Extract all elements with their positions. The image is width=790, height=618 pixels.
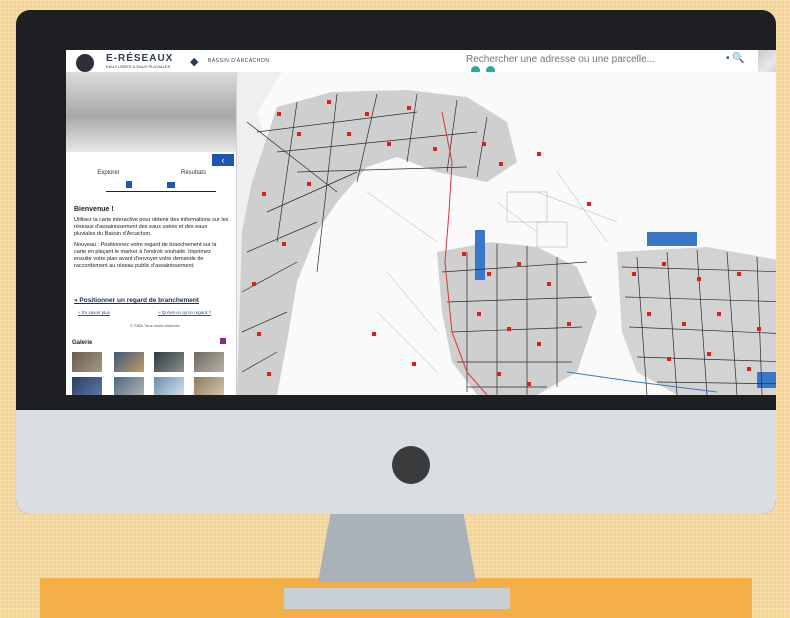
search-input[interactable]: [464, 51, 728, 67]
app-subtitle: EAUX USÉES & EAUX PLUVIALES: [106, 64, 171, 69]
gallery-image[interactable]: [154, 352, 184, 372]
briefcase-icon[interactable]: [166, 180, 176, 189]
basemap-switcher[interactable]: [758, 50, 776, 72]
welcome-paragraph-1: Utilisez la carte interactive pour obten…: [74, 217, 229, 237]
search-icon[interactable]: • 🔍: [726, 53, 745, 64]
gallery-image[interactable]: [114, 377, 144, 395]
bucket-icon[interactable]: [124, 180, 134, 189]
welcome-text: Bienvenue ! Utilisez la carte interactiv…: [74, 206, 230, 274]
top-bar: E-RÉSEAUX EAUX USÉES & EAUX PLUVIALES ◆ …: [66, 50, 776, 75]
panel-tabs: Explorer Résultats: [66, 170, 236, 194]
gallery-image[interactable]: [114, 352, 144, 372]
gallery-image[interactable]: [72, 377, 102, 395]
welcome-title: Bienvenue !: [74, 206, 114, 213]
app-logo-icon: [76, 54, 94, 72]
network-map[interactable]: [237, 72, 776, 395]
tab-underline: [106, 191, 216, 192]
monitor-logo-dot: [392, 446, 430, 484]
water-drop-icon: ◆: [190, 56, 199, 68]
gallery-image[interactable]: [72, 352, 102, 372]
collapse-panel-button[interactable]: ‹: [212, 154, 234, 166]
map-canvas[interactable]: [237, 72, 776, 395]
gallery-image[interactable]: [194, 377, 224, 395]
side-panel: ‹ Explorer Résultats Bienvenue ! Utilise…: [66, 72, 237, 395]
position-regard-link[interactable]: » Positionner un regard de branchement: [74, 297, 199, 304]
gallery-expand-icon[interactable]: [220, 338, 226, 344]
monitor-stand: [318, 512, 476, 582]
tab-resultats[interactable]: Résultats: [151, 170, 236, 176]
what-is-regard-link[interactable]: » Qu'est-ce qu'un regard ?: [158, 310, 211, 315]
bassin-label: BASSIN D'ARCACHON: [208, 58, 270, 64]
monitor-stand-base: [284, 588, 510, 609]
welcome-paragraph-2: Nouveau : Positionnez votre regard de br…: [74, 242, 217, 269]
gallery-image[interactable]: [154, 377, 184, 395]
monitor: E-RÉSEAUX EAUX USÉES & EAUX PLUVIALES ◆ …: [16, 10, 776, 514]
copyright-text: © SIBA Tous droits réservés: [130, 323, 180, 328]
screen: E-RÉSEAUX EAUX USÉES & EAUX PLUVIALES ◆ …: [66, 50, 776, 395]
gallery-title: Galerie: [72, 340, 93, 346]
tab-explorer[interactable]: Explorer: [66, 170, 151, 176]
learn-more-link[interactable]: » En savoir plus: [78, 310, 110, 315]
hero-image: [66, 72, 236, 152]
gallery-image[interactable]: [194, 352, 224, 372]
app-title: E-RÉSEAUX: [106, 53, 174, 64]
